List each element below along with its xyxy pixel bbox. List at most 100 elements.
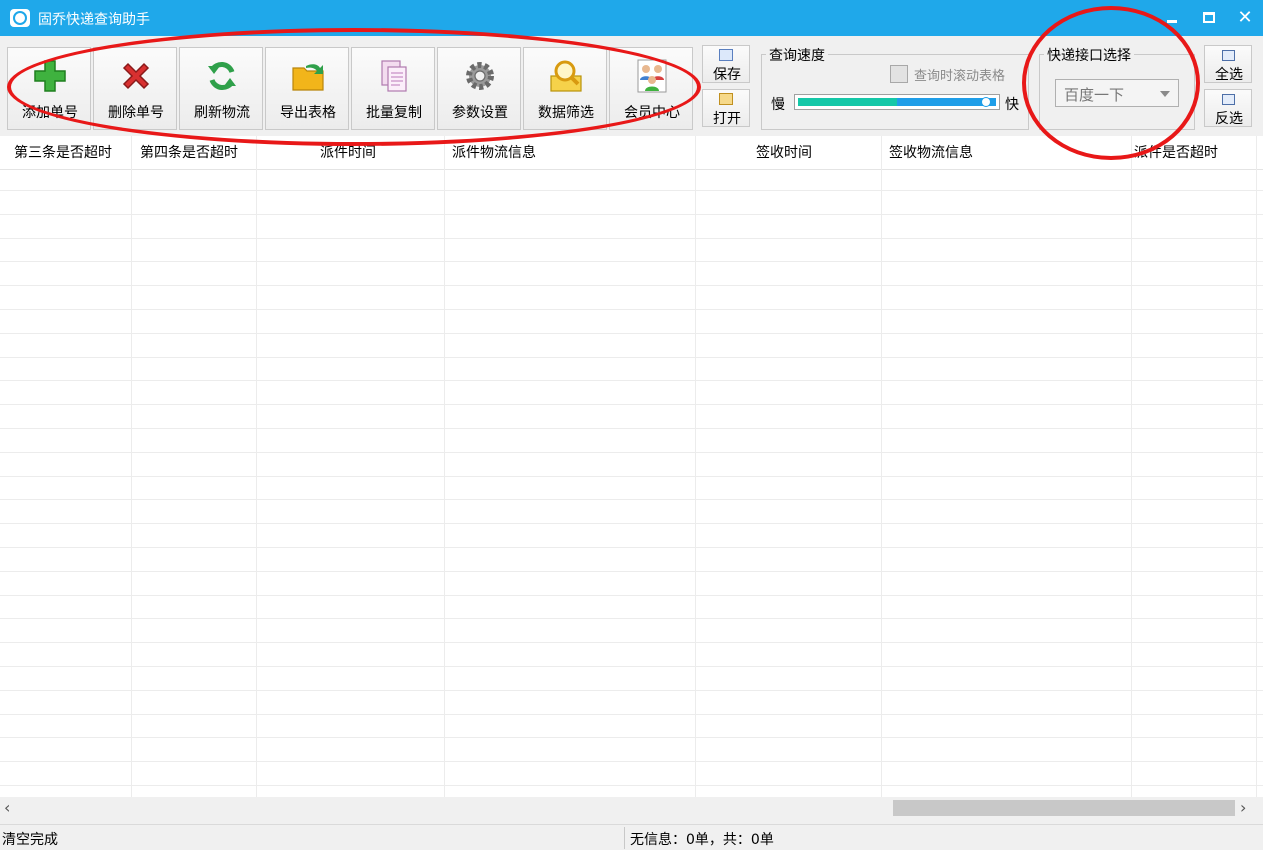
row-divider bbox=[0, 333, 1263, 334]
scroll-table-checkbox[interactable] bbox=[890, 65, 908, 83]
plus-icon bbox=[34, 60, 66, 92]
query-speed-slider[interactable] bbox=[794, 94, 1000, 110]
row-divider bbox=[0, 285, 1263, 286]
select-all-button[interactable]: 全选 bbox=[1204, 45, 1252, 83]
courier-api-selected: 百度一下 bbox=[1064, 86, 1125, 104]
scroll-right-icon[interactable]: › bbox=[1240, 797, 1258, 819]
column-header[interactable]: 签收时间 bbox=[756, 136, 876, 170]
settings-button[interactable]: 参数设置 bbox=[437, 47, 521, 130]
status-divider bbox=[624, 827, 625, 849]
batch-copy-label: 批量复制 bbox=[366, 105, 422, 121]
delete-x-icon bbox=[122, 62, 150, 90]
users-icon bbox=[637, 59, 667, 93]
row-divider bbox=[0, 452, 1263, 453]
column-header[interactable]: 派件物流信息 bbox=[452, 136, 692, 170]
fast-label: 快 bbox=[1005, 97, 1019, 113]
refresh-logistics-button[interactable]: 刷新物流 bbox=[179, 47, 263, 130]
row-divider bbox=[0, 190, 1263, 191]
row-divider bbox=[0, 737, 1263, 738]
add-tracking-button[interactable]: 添加单号 bbox=[7, 47, 91, 130]
column-divider bbox=[256, 136, 257, 797]
maximize-icon bbox=[1203, 12, 1215, 23]
member-center-label: 会员中心 bbox=[624, 105, 680, 121]
open-label: 打开 bbox=[713, 111, 741, 127]
save-icon bbox=[719, 49, 733, 61]
row-divider bbox=[0, 666, 1263, 667]
courier-api-title: 快递接口选择 bbox=[1044, 45, 1134, 65]
scroll-table-label: 查询时滚动表格 bbox=[914, 69, 1006, 84]
column-header[interactable]: 派件时间 bbox=[320, 136, 440, 170]
status-bar: 清空完成 无信息：0单，共：0单 bbox=[0, 824, 1263, 850]
row-divider bbox=[0, 238, 1263, 239]
row-divider bbox=[0, 309, 1263, 310]
app-logo-icon bbox=[10, 9, 30, 27]
row-divider bbox=[0, 642, 1263, 643]
select-all-icon bbox=[1222, 50, 1235, 61]
refresh-logistics-label: 刷新物流 bbox=[194, 105, 250, 121]
column-divider bbox=[131, 136, 132, 797]
row-divider bbox=[0, 761, 1263, 762]
invert-selection-label: 反选 bbox=[1215, 111, 1243, 127]
row-divider bbox=[0, 595, 1263, 596]
column-header[interactable]: 第三条是否超时 bbox=[14, 136, 132, 170]
maximize-button[interactable] bbox=[1191, 0, 1227, 36]
column-divider bbox=[1131, 136, 1132, 797]
row-divider bbox=[0, 476, 1263, 477]
status-count: 无信息：0单，共：0单 bbox=[630, 832, 774, 848]
row-divider bbox=[0, 690, 1263, 691]
tracking-table[interactable]: 第三条是否超时 第四条是否超时 派件时间 派件物流信息 签收时间 签收物流信息 … bbox=[0, 136, 1263, 797]
slow-label: 慢 bbox=[771, 97, 785, 113]
delete-tracking-label: 删除单号 bbox=[108, 105, 164, 121]
row-divider bbox=[0, 618, 1263, 619]
copy-pages-icon bbox=[381, 60, 407, 92]
scroll-left-icon[interactable]: ‹ bbox=[4, 797, 22, 819]
row-divider bbox=[0, 571, 1263, 572]
export-table-label: 导出表格 bbox=[280, 105, 336, 121]
status-message: 清空完成 bbox=[2, 832, 58, 848]
gear-icon bbox=[466, 62, 494, 90]
row-divider bbox=[0, 357, 1263, 358]
minimize-button[interactable] bbox=[1155, 0, 1191, 36]
row-divider bbox=[0, 380, 1263, 381]
table-header: 第三条是否超时 第四条是否超时 派件时间 派件物流信息 签收时间 签收物流信息 … bbox=[0, 136, 1263, 170]
open-folder-icon bbox=[719, 93, 733, 105]
chevron-down-icon bbox=[1160, 91, 1170, 97]
slider-fill bbox=[798, 98, 897, 106]
save-button[interactable]: 保存 bbox=[702, 45, 750, 83]
column-header[interactable]: 派件是否超时 bbox=[1134, 136, 1256, 170]
save-label: 保存 bbox=[713, 67, 741, 83]
close-button[interactable]: ✕ bbox=[1227, 0, 1263, 36]
member-center-button[interactable]: 会员中心 bbox=[609, 47, 693, 130]
row-divider bbox=[0, 404, 1263, 405]
magnifier-icon bbox=[550, 60, 582, 92]
slider-thumb[interactable] bbox=[981, 97, 991, 107]
row-divider bbox=[0, 523, 1263, 524]
row-divider bbox=[0, 785, 1263, 786]
batch-copy-button[interactable]: 批量复制 bbox=[351, 47, 435, 130]
column-divider bbox=[695, 136, 696, 797]
minimize-icon bbox=[1167, 20, 1177, 23]
toolbar: 添加单号 删除单号 刷新物流 导出表格 批量复制 参数设置 数据筛选 会员中心 … bbox=[0, 36, 1263, 136]
row-divider bbox=[0, 547, 1263, 548]
row-divider bbox=[0, 499, 1263, 500]
delete-tracking-button[interactable]: 删除单号 bbox=[93, 47, 177, 130]
row-divider bbox=[0, 261, 1263, 262]
column-header[interactable]: 签收物流信息 bbox=[889, 136, 1129, 170]
export-table-button[interactable]: 导出表格 bbox=[265, 47, 349, 130]
open-button[interactable]: 打开 bbox=[702, 89, 750, 127]
row-divider bbox=[0, 714, 1263, 715]
invert-selection-button[interactable]: 反选 bbox=[1204, 89, 1252, 127]
main-window: 固乔快递查询助手 ✕ 添加单号 删除单号 刷新物流 导出表格 批量复制 参数设置… bbox=[0, 0, 1263, 850]
data-filter-label: 数据筛选 bbox=[538, 105, 594, 121]
title-bar: 固乔快递查询助手 ✕ bbox=[0, 0, 1263, 36]
select-all-label: 全选 bbox=[1215, 67, 1243, 83]
settings-label: 参数设置 bbox=[452, 105, 508, 121]
refresh-icon bbox=[208, 62, 236, 90]
horizontal-scrollbar[interactable]: ‹ › bbox=[0, 797, 1263, 819]
courier-api-select[interactable]: 百度一下 bbox=[1055, 79, 1179, 107]
data-filter-button[interactable]: 数据筛选 bbox=[523, 47, 607, 130]
scrollbar-thumb[interactable] bbox=[893, 800, 1235, 816]
column-header[interactable]: 第四条是否超时 bbox=[140, 136, 256, 170]
column-divider bbox=[444, 136, 445, 797]
close-icon: ✕ bbox=[1237, 7, 1253, 28]
